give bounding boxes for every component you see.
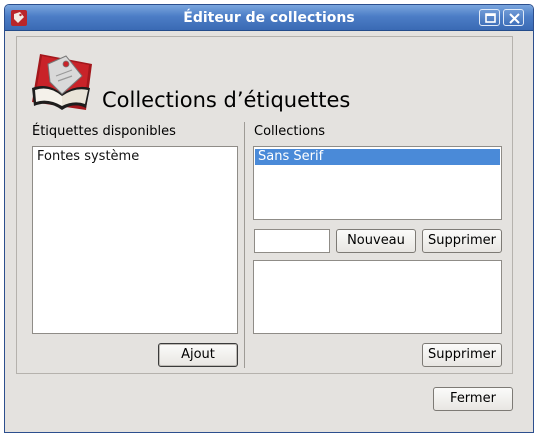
- title-bar[interactable]: Éditeur de collections: [5, 5, 533, 31]
- close-window-button[interactable]: [503, 9, 524, 26]
- maximize-button[interactable]: [479, 9, 500, 26]
- list-item-selected[interactable]: Sans Serif: [255, 149, 500, 165]
- collections-list[interactable]: Sans Serif: [253, 146, 502, 220]
- collections-label: Collections: [254, 124, 326, 139]
- new-collection-button[interactable]: Nouveau: [336, 229, 416, 253]
- add-button[interactable]: Ajout: [158, 343, 238, 367]
- remove-member-button[interactable]: Supprimer: [422, 343, 502, 367]
- column-divider: [244, 122, 245, 368]
- collection-members-list[interactable]: [253, 260, 502, 334]
- app-icon[interactable]: [10, 9, 28, 27]
- new-collection-input[interactable]: [254, 229, 330, 253]
- tag-book-icon: [32, 54, 92, 110]
- close-button[interactable]: Fermer: [433, 387, 513, 411]
- delete-collection-button[interactable]: Supprimer: [422, 229, 502, 253]
- available-tags-list[interactable]: Fontes système: [32, 146, 238, 334]
- page-title: Collections d’étiquettes: [102, 88, 351, 112]
- maximize-icon: [485, 13, 496, 23]
- available-tags-label: Étiquettes disponibles: [32, 124, 176, 139]
- window-title: Éditeur de collections: [183, 10, 355, 26]
- list-item[interactable]: Fontes système: [34, 149, 236, 165]
- close-icon: [509, 13, 520, 24]
